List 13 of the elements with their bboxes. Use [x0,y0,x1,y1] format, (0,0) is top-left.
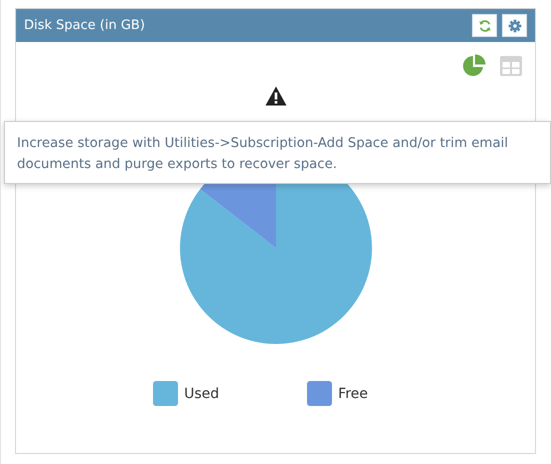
legend-label: Used [184,386,220,402]
settings-button[interactable] [502,14,527,37]
legend-swatch [153,381,178,406]
gear-icon [508,18,522,32]
legend-label: Free [338,386,368,402]
refresh-button[interactable] [472,14,497,37]
panel-title: Disk Space (in GB) [24,18,145,33]
refresh-icon [478,18,492,32]
warning-icon[interactable] [264,86,286,106]
legend-swatch [307,381,332,406]
pie-chart-icon[interactable] [462,54,486,78]
tooltip-text: Increase storage with Utilities->Subscription-Add Space and/or trim email documents and purge exports to recover space. [17,135,510,174]
table-icon[interactable] [499,55,523,77]
